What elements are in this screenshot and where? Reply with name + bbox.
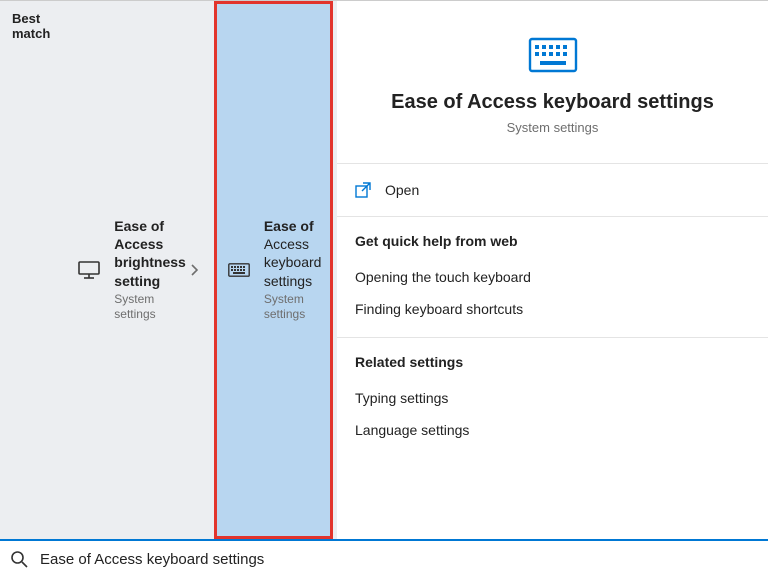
monitor-icon [76,261,102,279]
result-brightness[interactable]: Ease of Access brightness setting System… [64,1,214,539]
quick-help-link[interactable]: Opening the touch keyboard [337,261,768,293]
open-action[interactable]: Open [337,164,768,216]
result-title: Ease of Access brightness setting [114,217,186,290]
result-subtitle: System settings [264,292,322,323]
related-settings-header: Related settings [337,338,768,382]
preview-title: Ease of Access keyboard settings [391,91,714,114]
result-title: Ease of Access keyboard settings [264,217,322,290]
keyboard-icon [226,263,252,277]
result-keyboard-settings[interactable]: Ease of Access keyboard settings System … [214,1,334,539]
search-icon [10,550,28,568]
chevron-right-icon [186,264,202,276]
search-results-window: Best match Ease of Access brightness set… [0,1,768,539]
related-link[interactable]: Language settings [337,414,768,446]
preview-panel: Ease of Access keyboard settings System … [337,1,768,539]
search-input[interactable] [38,550,758,569]
open-label: Open [385,182,419,198]
best-match-header: Best match [0,1,64,539]
quick-help-link[interactable]: Finding keyboard shortcuts [337,293,768,325]
quick-help-header: Get quick help from web [337,217,768,261]
preview-subtitle: System settings [507,120,599,135]
related-link[interactable]: Typing settings [337,382,768,414]
left-panel: Best match Ease of Access brightness set… [0,1,337,539]
result-subtitle: System settings [114,292,186,323]
open-external-icon [355,182,371,198]
preview-hero: Ease of Access keyboard settings System … [361,1,744,163]
search-bar[interactable] [0,539,768,575]
keyboard-icon [528,37,578,73]
